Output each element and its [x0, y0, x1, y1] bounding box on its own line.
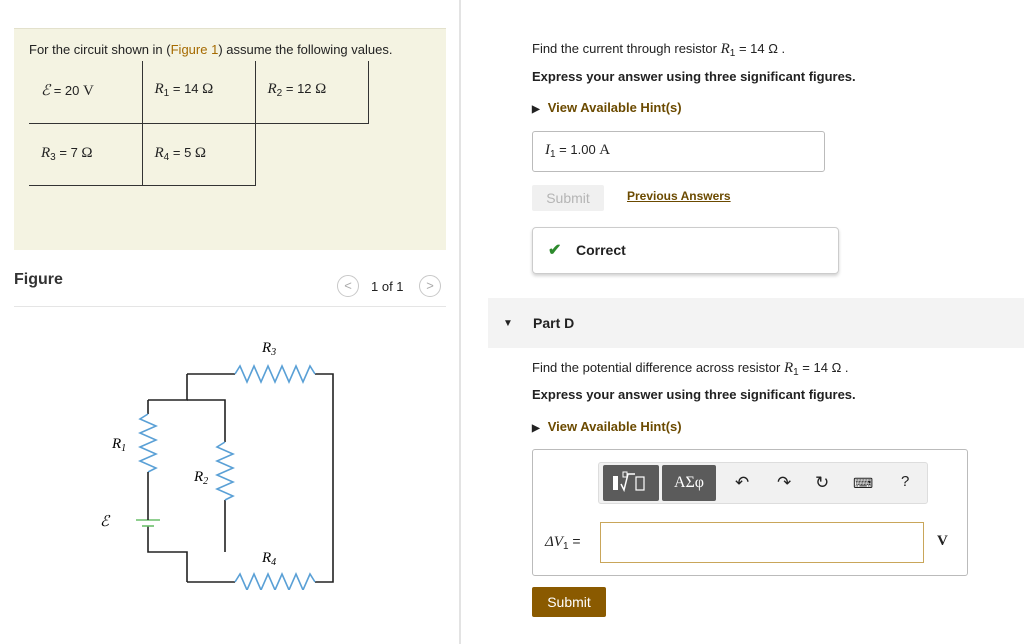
part-d-question: Find the potential difference across res…: [532, 360, 849, 378]
label-r2: R2: [193, 469, 208, 487]
part-d-header[interactable]: ▼ Part D: [488, 298, 1024, 348]
part-c-instruction: Express your answer using three signific…: [532, 69, 856, 84]
reset-icon[interactable]: ↻: [815, 473, 829, 493]
part-d-hint-link[interactable]: ▶ View Available Hint(s): [532, 419, 682, 434]
feedback-box: ✔ Correct: [532, 227, 839, 274]
chevron-left-icon: <: [344, 278, 352, 293]
part-d-answer-input[interactable]: [600, 522, 924, 563]
value-cell-empty: [254, 122, 368, 185]
answer-editor: ΑΣφ ↶ ↷ ↻ ⌨ ? ΔV1 = V: [532, 449, 968, 576]
resistor-r4: [234, 572, 316, 590]
prev-figure-button[interactable]: <: [337, 275, 359, 297]
value-cell-emf: ℰ = 20 V: [29, 61, 143, 124]
label-r1: R1: [111, 436, 126, 454]
chevron-right-icon: >: [426, 278, 434, 293]
value-cell-r2: R2 = 12 Ω: [254, 61, 369, 124]
values-table: ℰ = 20 V R1 = 14 Ω R2 = 12 Ω R3 = 7 Ω R4…: [29, 61, 369, 186]
feedback-text: Correct: [576, 242, 626, 258]
math-toolbar: ΑΣφ ↶ ↷ ↻ ⌨ ?: [598, 462, 928, 504]
previous-answers-link[interactable]: Previous Answers: [627, 189, 731, 203]
label-r3: R3: [261, 340, 276, 358]
part-c-answer-box: I1 = 1.00 A: [532, 131, 825, 172]
part-d-unit: V: [937, 533, 948, 549]
math-templates-icon: [613, 471, 645, 493]
caret-right-icon: ▶: [532, 423, 540, 434]
caret-down-icon: ▼: [503, 318, 513, 329]
resistor-r2: [215, 441, 235, 501]
label-emf: ℰ: [100, 514, 111, 530]
checkmark-icon: ✔: [548, 242, 562, 259]
undo-icon[interactable]: ↶: [735, 473, 749, 493]
circuit-diagram: R3 R4 R1 R2 ℰ: [100, 340, 334, 590]
keyboard-icon[interactable]: ⌨: [853, 475, 873, 492]
figure-pager: 1 of 1: [371, 279, 404, 294]
greek-symbols-button[interactable]: ΑΣφ: [662, 465, 716, 501]
redo-icon[interactable]: ↷: [777, 473, 791, 493]
wire-outer-left-bottom: [147, 526, 188, 558]
value-cell-r4: R4 = 5 Ω: [141, 122, 256, 186]
part-d-input-label: ΔV1 =: [545, 533, 581, 552]
next-figure-button[interactable]: >: [419, 275, 441, 297]
resistor-r3: [234, 364, 316, 384]
part-d-submit-button[interactable]: Submit: [532, 587, 606, 617]
caret-right-icon: ▶: [532, 104, 540, 115]
part-c-hint-link[interactable]: ▶ View Available Hint(s): [532, 100, 682, 115]
column-divider: [459, 0, 461, 644]
wire-r2-top: [187, 399, 226, 442]
part-c-question: Find the current through resistor R1 = 1…: [532, 41, 786, 59]
figure-link[interactable]: Figure 1: [171, 42, 219, 57]
label-r4: R4: [261, 550, 276, 568]
wire-r1-top: [148, 398, 188, 401]
value-cell-r3: R3 = 7 Ω: [29, 122, 143, 186]
intro-text: For the circuit shown in (Figure 1) assu…: [29, 42, 393, 57]
part-c-submit-button[interactable]: Submit: [532, 185, 604, 211]
wire-top-right: [315, 373, 334, 583]
resistor-r1: [138, 413, 158, 473]
figure-title: Figure: [14, 271, 63, 288]
help-button[interactable]: ?: [901, 473, 909, 490]
part-c-answer: I1 = 1.00 A: [545, 142, 611, 160]
part-d-label: Part D: [533, 315, 575, 331]
value-cell-r1: R1 = 14 Ω: [141, 61, 256, 124]
part-d-instruction: Express your answer using three signific…: [532, 387, 856, 402]
templates-button[interactable]: [603, 465, 659, 501]
figure-divider: [14, 306, 446, 307]
